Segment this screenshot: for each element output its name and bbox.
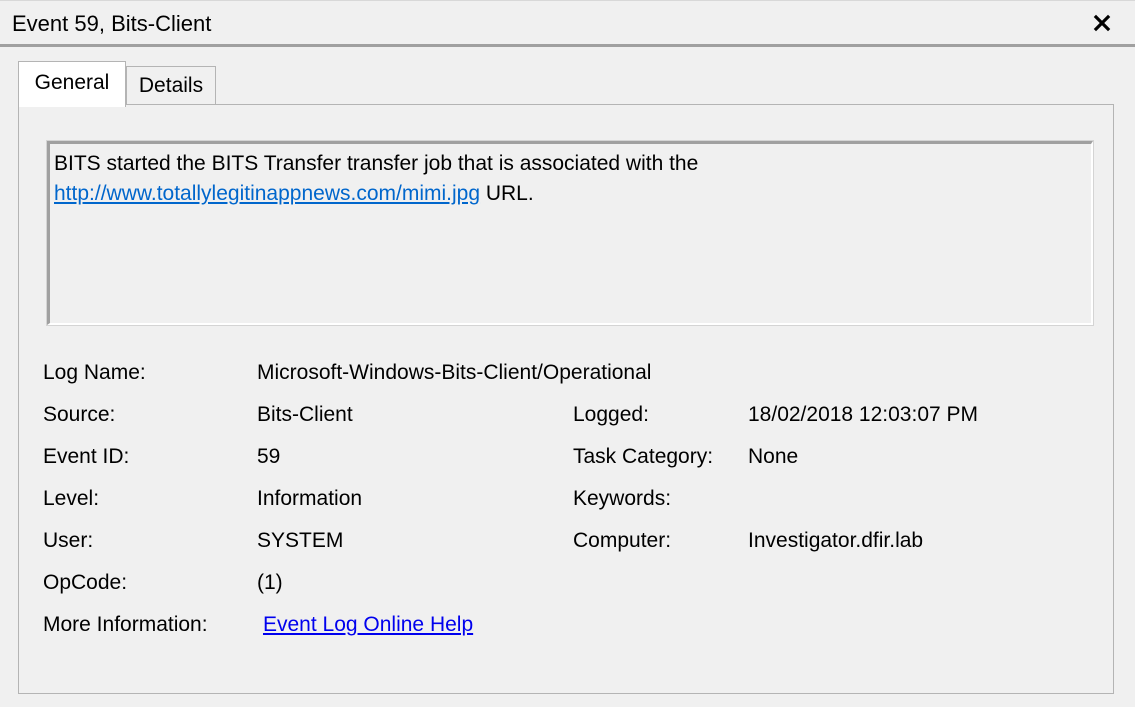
description-text: BITS started the BITS Transfer transfer … — [54, 152, 699, 175]
source-value: Bits-Client — [257, 403, 353, 426]
source-label: Source: — [43, 403, 116, 426]
event-id-label: Event ID: — [43, 445, 130, 468]
close-button[interactable] — [1089, 10, 1115, 36]
computer-label: Computer: — [573, 529, 672, 552]
window-title: Event 59, Bits-Client — [12, 11, 212, 36]
log-name-label: Log Name: — [43, 361, 146, 384]
level-value: Information — [257, 487, 363, 510]
event-description-box[interactable]: BITS started the BITS Transfer transfer … — [46, 140, 1094, 326]
general-tab-panel: BITS started the BITS Transfer transfer … — [18, 104, 1114, 694]
event-log-online-help-link[interactable]: Event Log Online Help — [263, 612, 473, 638]
logged-value: 18/02/2018 12:03:07 PM — [748, 403, 979, 426]
log-name-value: Microsoft-Windows-Bits-Client/Operationa… — [257, 361, 652, 384]
title-bar: Event 59, Bits-Client — [0, 0, 1135, 46]
description-url-link[interactable]: http://www.totallylegitinappnews.com/mim… — [54, 182, 480, 205]
tab-details[interactable]: Details — [126, 66, 216, 105]
title-divider — [0, 44, 1135, 47]
user-label: User: — [43, 529, 94, 552]
more-information-label: More Information: — [43, 613, 208, 636]
task-category-label: Task Category: — [573, 445, 714, 468]
opcode-label: OpCode: — [43, 571, 128, 594]
event-id-value: 59 — [257, 445, 281, 468]
tab-general[interactable]: General — [18, 61, 126, 107]
computer-value: Investigator.dfir.lab — [748, 529, 924, 552]
close-icon — [1093, 14, 1111, 32]
opcode-value: (1) — [257, 571, 283, 594]
keywords-label: Keywords: — [573, 487, 672, 510]
logged-label: Logged: — [573, 403, 649, 426]
level-label: Level: — [43, 487, 100, 510]
task-category-value: None — [748, 445, 799, 468]
user-value: SYSTEM — [257, 529, 344, 552]
description-suffix: URL. — [480, 182, 534, 205]
